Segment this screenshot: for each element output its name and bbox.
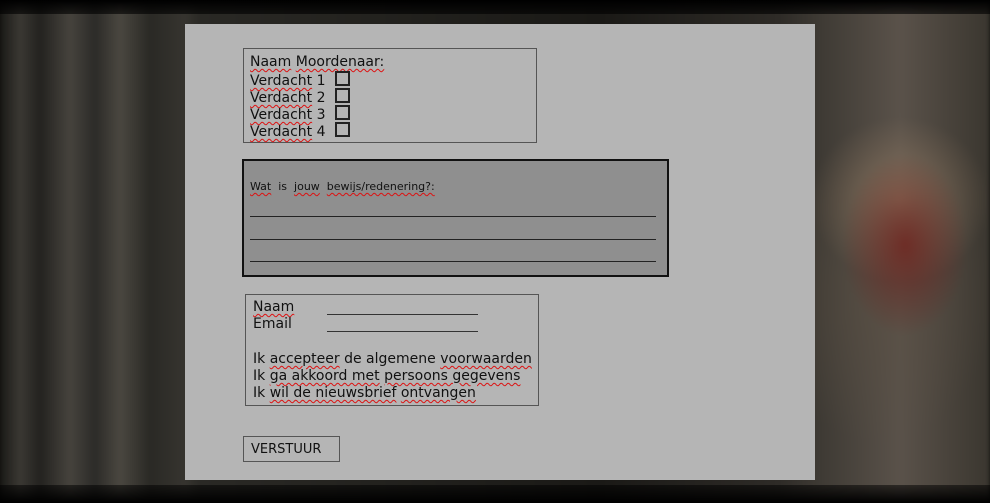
suspects-heading-word1: Naam (250, 54, 292, 70)
agree-privacy-option[interactable]: Ik ga akkoord met persoons gegevens (253, 368, 520, 385)
suspect-3-checkbox[interactable] (334, 105, 350, 120)
email-input[interactable] (327, 317, 478, 332)
agree-privacy-pre: Ik (253, 368, 266, 384)
suspect-number: 3 (316, 107, 326, 123)
suspect-label: Verdacht (250, 73, 313, 89)
agree-terms-pre: Ik (253, 351, 266, 367)
name-label: Naam (253, 299, 295, 315)
suspects-heading: Naam Moordenaar: (250, 54, 384, 71)
suspect-row-4: Verdacht 4 (250, 122, 350, 140)
agree-terms-key2: voorwaarden (440, 351, 532, 367)
question-word2: is (278, 180, 288, 193)
suspect-number: 2 (316, 90, 326, 106)
suspect-label: Verdacht (250, 107, 313, 123)
suspects-box: Naam Moordenaar: Verdacht 1 Verdacht 2 V… (243, 48, 537, 143)
suspect-label: Verdacht (250, 124, 313, 140)
evidence-question: Wat is jouw bewijs/redenering?: (250, 180, 435, 193)
agree-newsletter-option[interactable]: Ik wil de nieuwsbrief ontvangen (253, 385, 476, 402)
email-label: Email (253, 316, 292, 332)
suspect-1-checkbox[interactable] (334, 71, 350, 86)
suspect-row-3: Verdacht 3 (250, 105, 350, 123)
evidence-line-3-input[interactable] (250, 243, 656, 262)
suspect-label: Verdacht (250, 90, 313, 106)
agree-privacy-key2: persoons gegevens (384, 368, 521, 384)
question-word3: jouw (294, 180, 320, 193)
name-input[interactable] (327, 300, 478, 315)
suspect-number: 1 (316, 73, 326, 89)
evidence-line-1-input[interactable] (250, 198, 656, 217)
agree-newsletter-pre: Ik (253, 385, 266, 401)
agree-newsletter-key2: ontvangen (400, 385, 476, 401)
agree-privacy-key: ga akkoord met (269, 368, 380, 384)
question-word4: bewijs/redenering?: (326, 180, 435, 193)
suspects-heading-word2: Moordenaar: (295, 54, 385, 70)
suspect-2-checkbox[interactable] (334, 88, 350, 103)
agree-terms-key: accepteer (269, 351, 340, 367)
submit-button[interactable]: VERSTUUR (243, 436, 340, 462)
contact-box: Naam Email Ik accepteer de algemene voor… (245, 294, 539, 406)
question-word1: Wat (250, 180, 272, 193)
top-vignette (0, 0, 990, 14)
agree-newsletter-key: wil de nieuwsbrief (269, 385, 397, 401)
suspect-4-checkbox[interactable] (334, 122, 350, 137)
form-panel: Naam Moordenaar: Verdacht 1 Verdacht 2 V… (185, 24, 815, 480)
bottom-vignette (0, 485, 990, 503)
suspect-number: 4 (316, 124, 326, 140)
agree-terms-option[interactable]: Ik accepteer de algemene voorwaarden (253, 351, 532, 368)
suspect-row-1: Verdacht 1 (250, 71, 350, 89)
suspect-row-2: Verdacht 2 (250, 88, 350, 106)
agree-terms-post: de algemene (344, 351, 436, 367)
evidence-line-2-input[interactable] (250, 221, 656, 240)
evidence-box: Wat is jouw bewijs/redenering?: (242, 159, 669, 277)
